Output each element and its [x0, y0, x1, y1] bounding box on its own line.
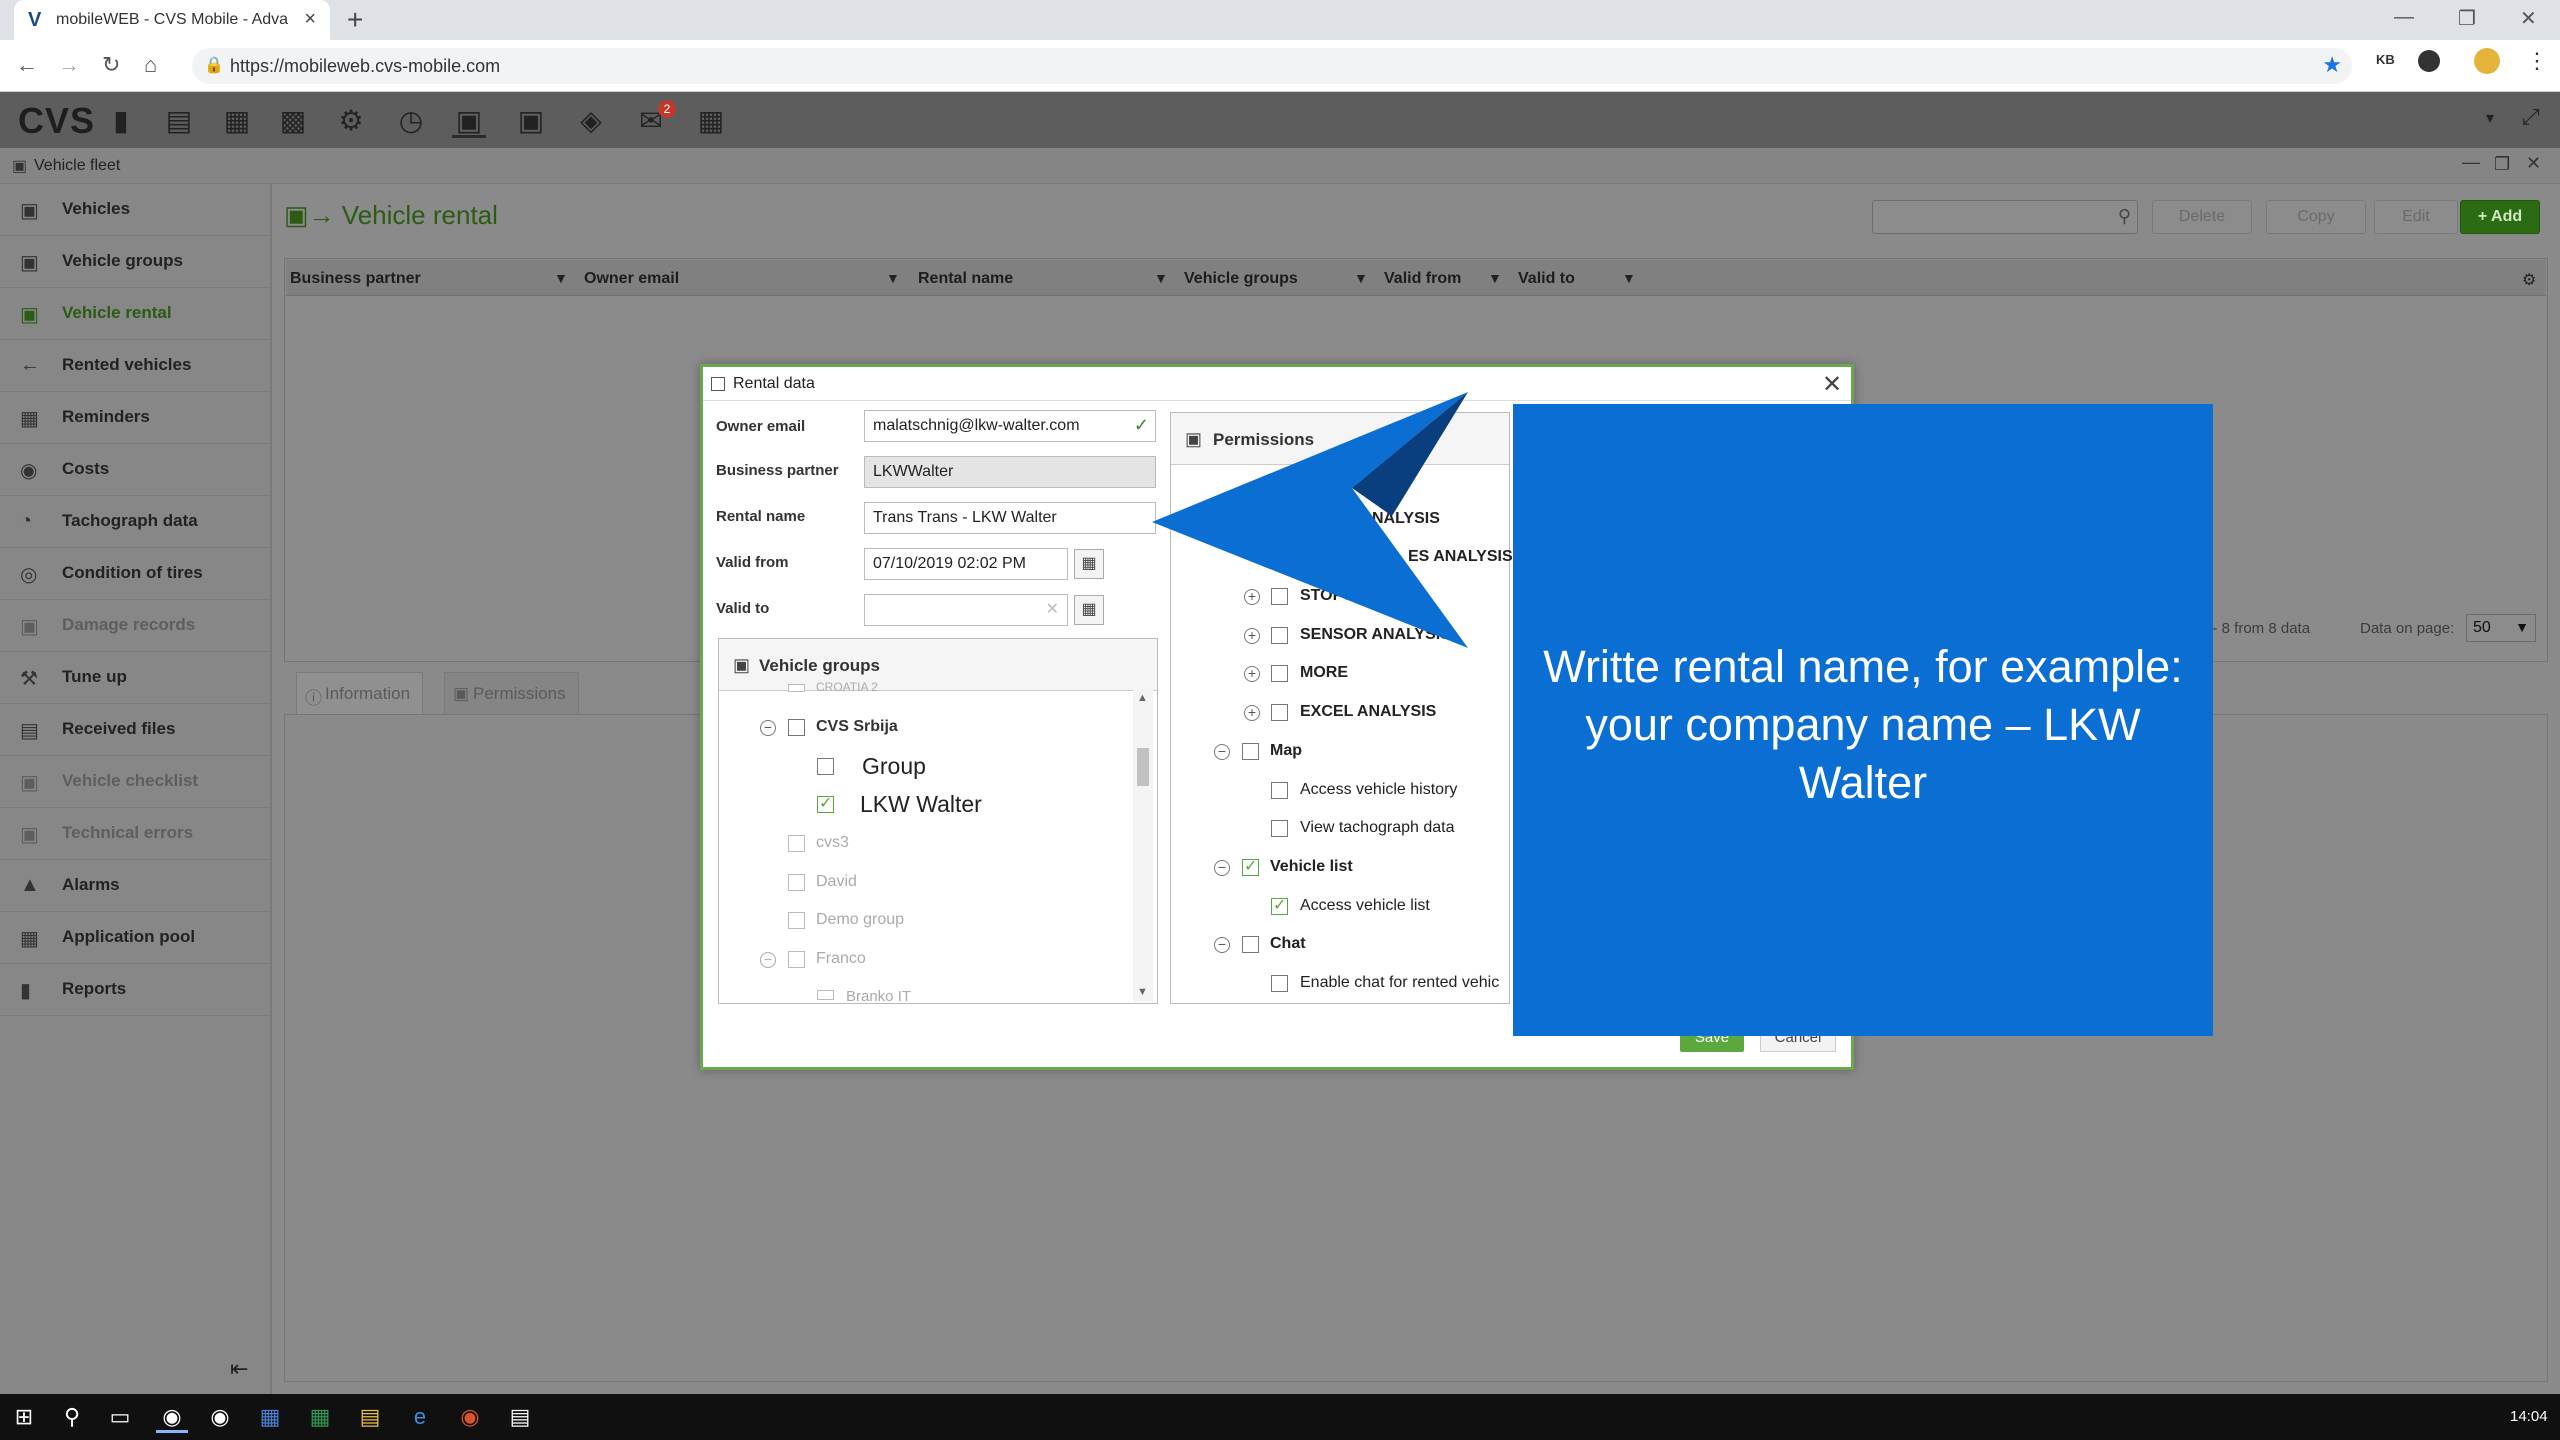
callout-pointer — [1152, 392, 1468, 648]
edge-icon[interactable]: e — [404, 1404, 436, 1430]
chrome-alt-icon[interactable]: ◉ — [204, 1404, 236, 1430]
photos-icon[interactable]: ▤ — [504, 1404, 536, 1430]
file-explorer-icon[interactable]: ▤ — [354, 1404, 386, 1430]
powerpoint-icon[interactable]: ◉ — [454, 1404, 486, 1430]
callout-text: Writte rental name, for example: your co… — [1543, 641, 2183, 808]
chrome-icon[interactable]: ◉ — [156, 1404, 188, 1433]
windows-taskbar: ⊞ ⚲ ▭ ◉ ◉ ▦ ▦ ▤ e ◉ ▤ 14:04 — [0, 1394, 2560, 1440]
word-icon[interactable]: ▦ — [254, 1404, 286, 1430]
excel-icon[interactable]: ▦ — [304, 1404, 336, 1430]
tutorial-callout: Writte rental name, for example: your co… — [1513, 404, 2213, 1036]
search-icon[interactable]: ⚲ — [56, 1404, 88, 1430]
windows-start-icon[interactable]: ⊞ — [8, 1404, 40, 1430]
taskbar-clock: 14:04 — [2510, 1408, 2548, 1425]
task-view-icon[interactable]: ▭ — [104, 1404, 136, 1430]
